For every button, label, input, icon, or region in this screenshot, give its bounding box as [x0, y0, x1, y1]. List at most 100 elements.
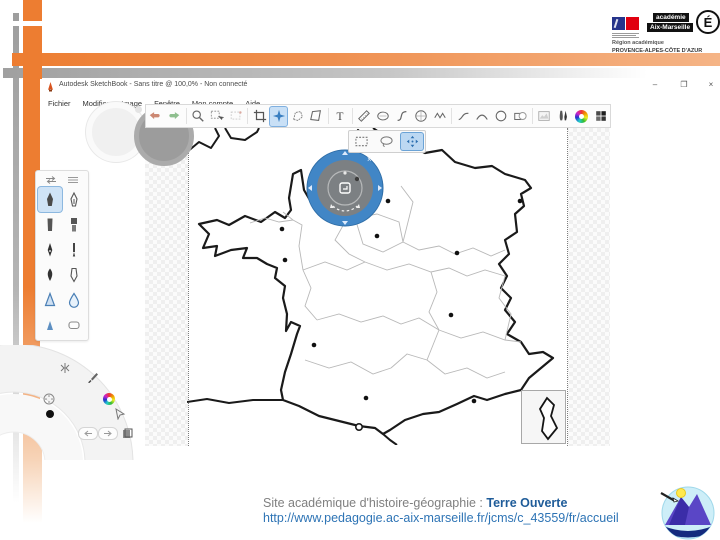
decor-horizontal-gray-bar: [3, 68, 703, 78]
move-selection-icon[interactable]: [401, 133, 424, 150]
zigzag-icon[interactable]: [431, 107, 448, 126]
brush-airbrush[interactable]: [38, 312, 62, 337]
brush-palette: [35, 170, 89, 341]
toolbar-separator: [327, 108, 329, 124]
deselect-icon[interactable]: [228, 107, 245, 126]
french-flag-red: [626, 17, 639, 30]
menu-fichier[interactable]: Fichier: [42, 98, 77, 109]
french-curve-icon[interactable]: [394, 107, 411, 126]
slide: académie Aix-Marseille É Région académiq…: [0, 0, 720, 540]
zoom-icon[interactable]: [190, 107, 207, 126]
french-flag-blue: [612, 17, 625, 30]
brush-fine-liner[interactable]: [62, 237, 86, 262]
academie-logo: académie Aix-Marseille É Région académiq…: [610, 10, 720, 58]
academy-name-line1: académie: [653, 13, 689, 22]
brush-water-drop[interactable]: [62, 287, 86, 312]
svg-text:T: T: [337, 111, 344, 123]
close-button[interactable]: ×: [704, 80, 718, 89]
academy-letter-badge: É: [696, 10, 720, 34]
color-wheel-icon[interactable]: [573, 107, 590, 126]
shapes-icon[interactable]: [512, 107, 529, 126]
puck-handle-dot[interactable]: [354, 176, 360, 182]
brush-flood-fill[interactable]: [38, 287, 62, 312]
puck-dot: [135, 106, 142, 113]
lagoon-menu: [0, 345, 152, 460]
sketchbook-app-icon: [48, 82, 53, 92]
toolbar-separator: [185, 108, 187, 124]
toolbar-separator: [247, 108, 249, 124]
window-titlebar[interactable]: Autodesk SketchBook - Sans titre @ 100,0…: [40, 79, 718, 94]
city-marker: [282, 257, 288, 263]
academy-name-line2: Aix-Marseille: [647, 23, 694, 32]
s-curve-icon[interactable]: [455, 107, 472, 126]
distort-icon[interactable]: [308, 107, 325, 126]
terre-ouverte-logo: [660, 486, 715, 540]
select-cursor-icon[interactable]: [209, 107, 226, 126]
undo-icon[interactable]: [78, 427, 98, 440]
lasso-select-icon[interactable]: [376, 133, 398, 150]
restore-button[interactable]: ❐: [677, 80, 691, 89]
rectangle-select-icon[interactable]: [351, 133, 373, 150]
canvas-viewport[interactable]: ×: [145, 128, 610, 446]
puck-close-icon[interactable]: ×: [367, 155, 372, 164]
brush-ink-pen[interactable]: [38, 262, 62, 287]
brush-chisel-marker[interactable]: [38, 212, 62, 237]
brush-icon[interactable]: [86, 371, 100, 385]
selection-mini-toolbar: [348, 130, 426, 153]
city-marker: [311, 342, 317, 348]
toolbar-separator: [451, 108, 453, 124]
redo-icon[interactable]: [98, 427, 118, 440]
brush-scratch-pencil[interactable]: [62, 187, 86, 212]
color-swatch-icon[interactable]: [43, 407, 57, 421]
puck-icon[interactable]: [42, 392, 56, 406]
caption-prefix: Site académique d'histoire-géographie :: [263, 496, 487, 510]
brush-eraser[interactable]: [62, 312, 86, 337]
text-icon[interactable]: T: [332, 107, 349, 126]
brush-marker[interactable]: [62, 212, 86, 237]
city-marker: [448, 312, 454, 318]
perspective-icon[interactable]: [412, 107, 429, 126]
minimize-button[interactable]: –: [648, 80, 662, 89]
site-url[interactable]: http://www.pedagogie.ac-aix-marseille.fr…: [263, 511, 619, 526]
toolbar-separator: [351, 108, 353, 124]
copic-library-icon[interactable]: [592, 107, 609, 126]
brush-pair-icon[interactable]: [555, 107, 572, 126]
city-marker: [363, 395, 369, 401]
brush-pencil[interactable]: [38, 187, 62, 212]
toolbar-separator: [531, 108, 533, 124]
decor-bar-gap: [11, 21, 44, 26]
layers-icon[interactable]: [120, 427, 134, 441]
polyline-select-icon[interactable]: [289, 107, 306, 126]
flag-caption-line: [612, 37, 639, 38]
flag-caption-line: [612, 35, 636, 36]
city-marker: [279, 226, 285, 232]
undo-icon[interactable]: [147, 107, 164, 126]
import-image-icon[interactable]: [536, 107, 553, 126]
symmetry-icon[interactable]: [58, 361, 72, 375]
spain-med-coastline: [382, 433, 398, 445]
caption-site-name: Terre Ouverte: [486, 496, 568, 510]
transform-puck[interactable]: ×: [297, 140, 393, 236]
crop-icon[interactable]: [251, 107, 268, 126]
arc-icon[interactable]: [474, 107, 491, 126]
andorra-circle: [355, 422, 364, 431]
city-marker: [517, 198, 523, 204]
footer-caption: Site académique d'histoire-géographie : …: [263, 496, 619, 526]
flag-caption-line: [612, 33, 639, 34]
ellipse-guide-icon[interactable]: [375, 107, 392, 126]
color-wheel-icon[interactable]: [102, 392, 116, 406]
region-name-label: PROVENCE-ALPES-CÔTE D'AZUR: [612, 48, 703, 54]
circle-tool-icon[interactable]: [493, 107, 510, 126]
city-marker: [471, 398, 477, 404]
ruler-icon[interactable]: [356, 107, 373, 126]
brush-felt-pen[interactable]: [62, 262, 86, 287]
cursor-icon[interactable]: [113, 407, 127, 421]
redo-icon[interactable]: [166, 107, 183, 126]
brush-ballpoint-pen[interactable]: [38, 237, 62, 262]
window-title: Autodesk SketchBook - Sans titre @ 100,0…: [59, 81, 248, 88]
spain-coastline: [187, 398, 283, 404]
selection-tool-icon[interactable]: [270, 106, 288, 126]
puck-top-dot: [343, 171, 347, 175]
main-toolbar: T: [145, 104, 611, 128]
england-coastline-2: [224, 128, 260, 141]
